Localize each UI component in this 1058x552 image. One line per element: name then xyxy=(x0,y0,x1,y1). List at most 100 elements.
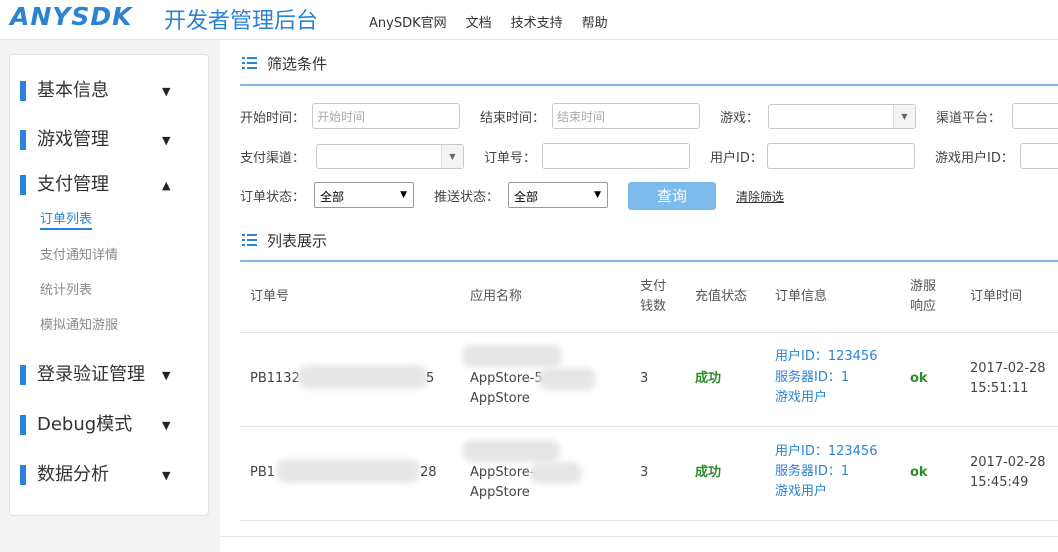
order-time: 15:45:49 xyxy=(970,475,1029,490)
divider xyxy=(240,84,1058,86)
order-no-end: 28 xyxy=(420,465,437,480)
app-name-line1: AppStore- xyxy=(470,465,535,480)
end-time-input[interactable]: 结束时间 xyxy=(552,103,700,129)
chevron-down-icon: ▼ xyxy=(162,419,171,432)
list-title-text: 列表展示 xyxy=(267,232,328,250)
menu-basic-info[interactable]: 基本信息 ▼ xyxy=(20,79,200,103)
sidebar-item-pay-notify-detail[interactable]: 支付通知详情 xyxy=(40,244,118,263)
channel-platform-input[interactable] xyxy=(1012,103,1058,129)
order-no-label: 订单号： xyxy=(484,151,537,166)
menu-label: 数据分析 xyxy=(37,464,109,485)
col-amount-1: 支付 xyxy=(640,279,667,294)
app-name-line2: AppStore xyxy=(470,391,530,406)
sidebar-item-order-list[interactable]: 订单列表 xyxy=(40,208,93,230)
nav-tech-support[interactable]: 技术支持 xyxy=(511,12,563,31)
col-order-time: 订单时间 xyxy=(970,289,1023,304)
caret-down-icon: ▼ xyxy=(594,190,601,200)
col-amount-2: 钱数 xyxy=(640,299,667,314)
menu-payment-management[interactable]: 支付管理 ▲ xyxy=(20,173,200,197)
row-divider xyxy=(240,520,1058,521)
game-user-id-label: 游戏用户ID： xyxy=(935,151,1014,166)
clear-filter-link[interactable]: 清除筛选 xyxy=(736,188,784,205)
game-user-link[interactable]: 游戏用户 xyxy=(775,482,827,502)
redacted-blur xyxy=(462,440,560,462)
brand-logo[interactable]: ANYSDK xyxy=(10,2,133,31)
server-id-link[interactable]: 服务器ID：1 xyxy=(775,368,849,388)
col-app-name: 应用名称 xyxy=(470,289,523,304)
chevron-down-icon: ▼ xyxy=(162,85,171,98)
menu-data-analysis[interactable]: 数据分析 ▼ xyxy=(20,463,200,487)
list-icon xyxy=(242,234,257,248)
game-select[interactable]: ▼ xyxy=(768,104,916,129)
app-title: 开发者管理后台 xyxy=(164,9,319,34)
redacted-blur xyxy=(462,345,562,367)
menu-marker xyxy=(20,365,26,385)
game-label: 游戏： xyxy=(720,111,760,126)
menu-game-management[interactable]: 游戏管理 ▼ xyxy=(20,128,200,152)
caret-down-icon: ▼ xyxy=(400,190,407,200)
row-divider xyxy=(240,426,1058,427)
nav-docs[interactable]: 文档 xyxy=(466,12,492,31)
sidebar-item-stats-list[interactable]: 统计列表 xyxy=(40,279,92,298)
menu-login-verify[interactable]: 登录验证管理 ▼ xyxy=(20,363,200,387)
col-order-no: 订单号 xyxy=(250,289,290,304)
menu-debug-mode[interactable]: Debug模式 ▼ xyxy=(20,413,200,437)
start-time-input[interactable]: 开始时间 xyxy=(312,103,460,129)
order-date: 2017-02-28 xyxy=(970,455,1046,470)
menu-label: 基本信息 xyxy=(37,80,109,101)
order-status-value: 全部 xyxy=(320,190,345,204)
chevron-down-icon: ▼ xyxy=(162,469,171,482)
chevron-down-icon: ▼ xyxy=(162,369,171,382)
menu-marker xyxy=(20,175,26,195)
col-response-2: 响应 xyxy=(910,299,937,314)
top-nav: AnySDK官网 文档 技术支持 帮助 xyxy=(369,12,627,31)
order-date: 2017-02-28 xyxy=(970,361,1046,376)
col-order-info: 订单信息 xyxy=(775,289,828,304)
filter-title-text: 筛选条件 xyxy=(267,55,328,73)
chevron-down-icon: ▼ xyxy=(441,145,463,168)
order-time: 15:51:11 xyxy=(970,381,1029,396)
order-no-start: PB1132 xyxy=(250,371,300,386)
order-status-label: 订单状态： xyxy=(240,190,306,205)
order-no-start: PB1 xyxy=(250,465,276,480)
order-no-input[interactable] xyxy=(542,143,690,169)
redacted-blur xyxy=(530,462,582,484)
col-status: 充值状态 xyxy=(695,289,748,304)
pay-channel-select[interactable]: ▼ xyxy=(316,144,464,169)
list-icon xyxy=(242,57,257,71)
user-id-label: 用户ID： xyxy=(710,151,763,166)
end-time-label: 结束时间： xyxy=(480,111,546,126)
redacted-blur xyxy=(276,459,420,483)
menu-label: 游戏管理 xyxy=(37,129,109,150)
sidebar: 基本信息 ▼ 游戏管理 ▼ 支付管理 ▲ 订单列表 支付通知详情 统计列表 模拟… xyxy=(9,54,209,516)
nav-help[interactable]: 帮助 xyxy=(582,12,608,31)
status-success: 成功 xyxy=(695,371,722,386)
game-user-link[interactable]: 游戏用户 xyxy=(775,388,827,408)
top-header: ANYSDK 开发者管理后台 AnySDK官网 文档 技术支持 帮助 xyxy=(0,0,1058,40)
server-id-link[interactable]: 服务器ID：1 xyxy=(775,462,849,482)
channel-platform-label: 渠道平台： xyxy=(936,111,1002,126)
nav-official-site[interactable]: AnySDK官网 xyxy=(369,12,447,31)
menu-label: 支付管理 xyxy=(37,174,109,195)
order-no-end: 5 xyxy=(426,371,435,386)
order-status-select[interactable]: 全部 ▼ xyxy=(314,182,414,208)
response-ok: ok xyxy=(910,371,928,386)
app-name-line2: AppStore xyxy=(470,485,530,500)
user-id-link[interactable]: 用户ID：123456 xyxy=(775,347,877,367)
col-response-1: 游服 xyxy=(910,279,937,294)
pay-channel-label: 支付渠道： xyxy=(240,151,306,166)
divider xyxy=(240,260,1058,262)
menu-marker xyxy=(20,81,26,101)
chevron-down-icon: ▼ xyxy=(893,105,915,128)
sidebar-item-simulate-notify[interactable]: 模拟通知游服 xyxy=(40,314,118,333)
menu-label: 登录验证管理 xyxy=(37,364,145,385)
push-status-select[interactable]: 全部 ▼ xyxy=(508,182,608,208)
status-success: 成功 xyxy=(695,465,722,480)
user-id-input[interactable] xyxy=(767,143,915,169)
query-button[interactable]: 查询 xyxy=(628,182,716,210)
chevron-down-icon: ▼ xyxy=(162,134,171,147)
menu-marker xyxy=(20,465,26,485)
menu-marker xyxy=(20,130,26,150)
user-id-link[interactable]: 用户ID：123456 xyxy=(775,442,877,462)
game-user-id-input[interactable] xyxy=(1020,143,1058,169)
